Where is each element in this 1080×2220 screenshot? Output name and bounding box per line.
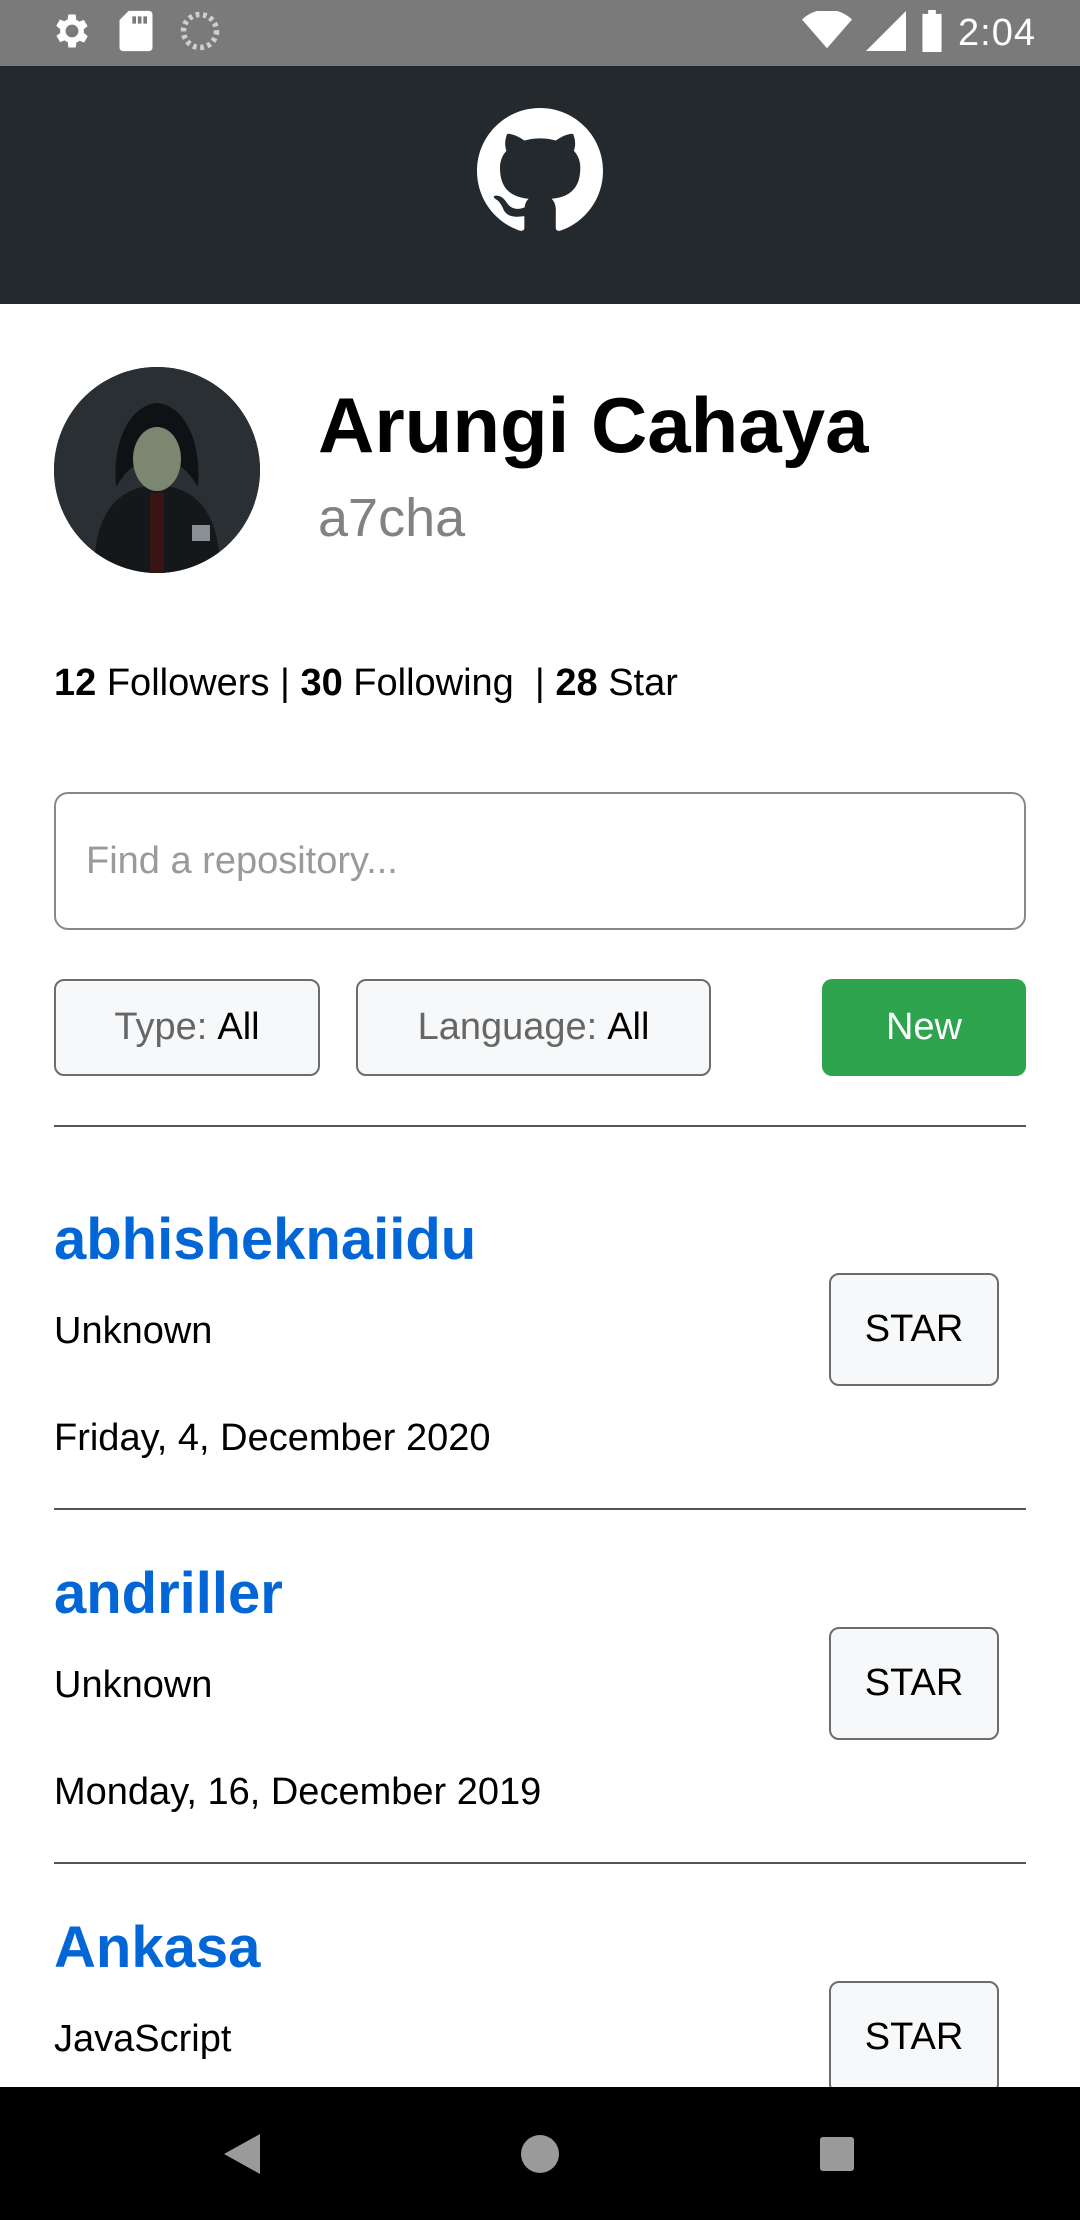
repository-language: JavaScript	[54, 2018, 232, 2060]
type-filter-label: Type:	[114, 1006, 208, 1048]
repository-date: Monday, 16, December 2019	[54, 1771, 542, 1813]
status-right-icons: 2:04	[802, 9, 1036, 57]
profile-username: a7cha	[318, 488, 466, 548]
status-left-icons	[50, 10, 222, 56]
language-filter-button[interactable]: Language: All	[356, 979, 711, 1076]
divider	[54, 1125, 1026, 1127]
star-button[interactable]: STAR	[829, 1981, 999, 2094]
status-bar: 2:04	[0, 0, 1080, 66]
repository-language: Unknown	[54, 1664, 213, 1706]
star-label[interactable]: Star	[608, 662, 678, 704]
star-button[interactable]: STAR	[829, 1273, 999, 1386]
home-icon[interactable]	[480, 2087, 600, 2220]
following-count[interactable]: 30	[300, 662, 342, 704]
repository-date: Friday, 4, December 2020	[54, 1417, 491, 1459]
repository-search-input[interactable]	[56, 794, 1024, 928]
language-filter-label: Language:	[417, 1006, 598, 1048]
signal-icon	[866, 10, 907, 56]
repository-name-link[interactable]: andriller	[54, 1560, 283, 1627]
clock: 2:04	[958, 11, 1036, 54]
github-octocat-icon[interactable]	[477, 108, 603, 234]
star-count[interactable]: 28	[555, 662, 597, 704]
divider	[54, 1508, 1026, 1510]
recents-icon[interactable]	[777, 2087, 897, 2220]
language-filter-value: All	[607, 1006, 650, 1048]
battery-icon	[920, 9, 944, 57]
new-repository-button[interactable]: New	[822, 979, 1026, 1076]
type-filter-value: All	[217, 1006, 260, 1048]
followers-count[interactable]: 12	[54, 662, 96, 704]
repository-search-box[interactable]	[54, 792, 1026, 930]
profile-stats: 12 Followers | 30 Following | 28 Star	[54, 662, 678, 705]
wifi-icon	[802, 9, 853, 56]
repository-name-link[interactable]: Ankasa	[54, 1914, 260, 1981]
type-filter-button[interactable]: Type: All	[54, 979, 320, 1076]
sd-card-icon	[116, 9, 156, 58]
app-header	[0, 66, 1080, 304]
followers-label[interactable]: Followers |	[107, 662, 290, 704]
settings-icon	[50, 9, 94, 58]
repository-name-link[interactable]: abhisheknaiidu	[54, 1206, 476, 1273]
repository-language: Unknown	[54, 1310, 213, 1352]
avatar	[54, 367, 260, 573]
divider	[54, 1862, 1026, 1864]
star-button[interactable]: STAR	[829, 1627, 999, 1740]
sync-icon	[178, 9, 222, 58]
back-icon[interactable]	[182, 2087, 302, 2220]
following-label[interactable]: Following |	[353, 662, 545, 704]
profile-full-name: Arungi Cahaya	[318, 381, 869, 469]
system-nav-bar	[0, 2087, 1080, 2220]
